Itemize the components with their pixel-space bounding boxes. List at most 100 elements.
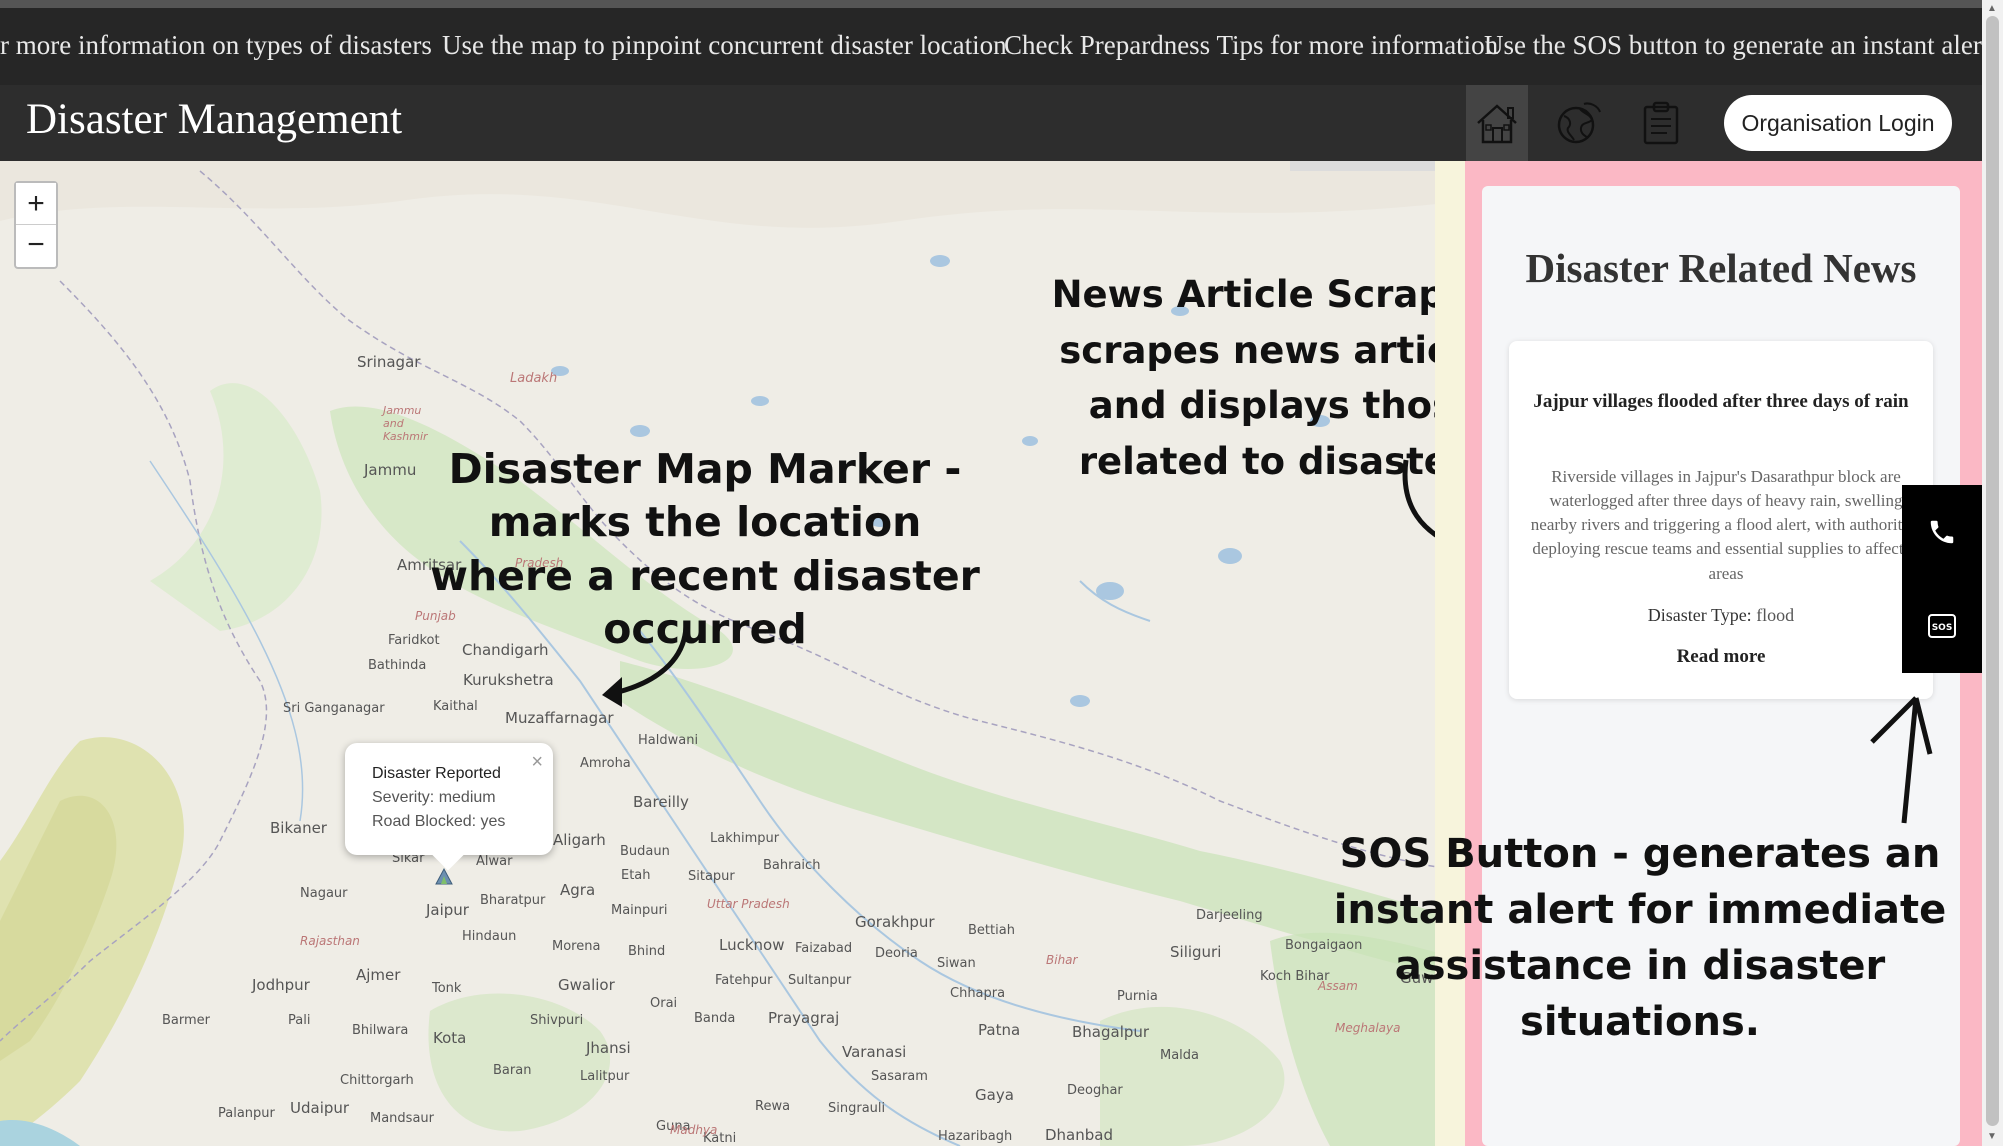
map-place-label: Bathinda <box>368 658 427 673</box>
world-icon <box>1557 102 1601 144</box>
ticker-item: Check Prepardness Tips for more informat… <box>1004 30 1499 60</box>
map-place-label: Sitapur <box>688 869 735 884</box>
disaster-marker-icon[interactable] <box>434 866 454 886</box>
map-place-label: Lakhimpur <box>710 831 780 846</box>
map-place-label: Bhind <box>628 944 666 959</box>
map-place-label: Bharatpur <box>480 893 546 908</box>
map-place-label: Purnia <box>1117 989 1158 1004</box>
map-place-label: Morena <box>552 939 601 954</box>
map-region-label: Bihar <box>1046 953 1078 967</box>
news-disaster-type: Disaster Type: flood <box>1509 605 1933 626</box>
map-region-label: Jammu and Kashmir <box>383 404 428 443</box>
map-region-label: Rajasthan <box>300 934 360 948</box>
map-place-label: Sasaram <box>871 1069 928 1084</box>
ticker-item: Use the map to pinpoint concurrent disas… <box>442 30 1007 60</box>
map-place-label: Prayagraj <box>768 1009 840 1027</box>
map-place-label: Tonk <box>432 981 462 996</box>
disaster-map[interactable]: + − Srinagar Ladakh Jammu Amritsar Chand… <box>0 161 1465 1146</box>
emergency-call-button[interactable] <box>1902 485 1982 579</box>
map-place-label: Jaipur <box>426 901 469 919</box>
map-place-label: Gaya <box>975 1086 1014 1104</box>
map-place-label: Agra <box>560 881 596 899</box>
map-place-label: Bahraich <box>763 858 821 873</box>
map-place-label: Varanasi <box>842 1043 907 1061</box>
zoom-in-button[interactable]: + <box>16 183 56 224</box>
map-place-label: Hindaun <box>462 929 517 944</box>
window-top-edge <box>0 0 2003 8</box>
map-place-label: Hazaribagh <box>938 1129 1013 1144</box>
map-place-label: Bareilly <box>633 793 689 811</box>
zoom-out-button[interactable]: − <box>16 224 56 265</box>
map-place-label: Jodhpur <box>252 976 310 994</box>
map-place-label: Kurukshetra <box>463 671 554 689</box>
map-place-label: Mainpuri <box>611 903 668 918</box>
disaster-type-value: flood <box>1756 605 1795 625</box>
page-scrollbar[interactable]: ▲ ▼ <box>1982 0 2003 1146</box>
disaster-popup: Disaster Reported Severity: medium Road … <box>345 743 553 871</box>
news-card: Jajpur villages flooded after three days… <box>1509 341 1933 699</box>
sos-annotation-arrow-icon <box>1870 696 1933 824</box>
info-ticker: r more information on types of disasters… <box>0 8 1982 85</box>
map-place-label: Rewa <box>755 1099 791 1114</box>
map-place-label: Jhansi <box>586 1039 631 1057</box>
map-place-label: Patna <box>978 1021 1021 1039</box>
floating-action-bar: SOS <box>1902 485 1982 673</box>
sos-annotation: SOS Button - generates an instant alert … <box>1333 831 1947 1045</box>
ticker-item: r more information on types of disasters <box>0 30 432 60</box>
news-heading: Disaster Related News <box>1525 245 1917 291</box>
map-place-label: Fatehpur <box>715 973 773 988</box>
map-place-label: Darjeeling <box>1196 908 1263 923</box>
phone-icon <box>1930 520 1954 544</box>
map-place-label: Chhapra <box>950 986 1006 1001</box>
map-place-label: Bhagalpur <box>1072 1023 1150 1041</box>
scroll-down-arrow-icon[interactable]: ▼ <box>1987 1131 1997 1142</box>
map-place-label: Bettiah <box>968 923 1015 938</box>
map-place-label: Ajmer <box>356 966 401 984</box>
organisation-login-button[interactable]: Organisation Login <box>1724 95 1952 151</box>
map-place-label: Barmer <box>162 1013 211 1028</box>
map-place-label: Malda <box>1160 1048 1200 1063</box>
map-place-label: Kaithal <box>433 699 478 714</box>
map-place-label: Gwalior <box>558 976 615 994</box>
map-place-label: Banda <box>694 1011 736 1026</box>
map-place-label: Gorakhpur <box>855 913 935 931</box>
map-place-label: Lucknow <box>719 936 785 954</box>
sos-button[interactable]: SOS <box>1902 579 1982 673</box>
disaster-info-nav-button[interactable] <box>1548 85 1610 161</box>
map-region-label: Madhya <box>670 1123 718 1137</box>
map-place-label: Orai <box>650 996 678 1011</box>
map-place-label: Faizabad <box>795 941 853 956</box>
map-place-label: Deoria <box>875 946 918 961</box>
map-place-label: Ladakh <box>510 371 558 386</box>
scroll-thumb[interactable] <box>1986 16 1999 1126</box>
map-place-label: Siliguri <box>1170 943 1222 961</box>
map-place-label: Shivpuri <box>530 1013 584 1028</box>
home-icon <box>1477 104 1517 144</box>
map-place-label: Kota <box>433 1029 467 1047</box>
map-place-label: Udaipur <box>290 1099 350 1117</box>
map-place-label: Baran <box>493 1063 532 1078</box>
popup-severity: Severity: medium <box>372 789 496 806</box>
map-place-label: Dhanbad <box>1045 1126 1113 1144</box>
sos-icon-text: SOS <box>1932 623 1953 633</box>
map-place-label: Sri Ganganagar <box>283 701 385 716</box>
map-place-label: Mandsaur <box>370 1111 434 1126</box>
sos-icon: SOS <box>1928 614 1956 638</box>
home-nav-button[interactable] <box>1466 85 1528 161</box>
brand-title[interactable]: Disaster Management <box>26 95 402 144</box>
read-more-link[interactable]: Read more <box>1509 646 1933 668</box>
map-place-label: Nagaur <box>300 886 348 901</box>
marker-annotation: Disaster Map Marker - marks the location… <box>430 445 980 653</box>
popup-road-blocked: Road Blocked: yes <box>372 813 506 830</box>
scroll-up-arrow-icon[interactable]: ▲ <box>1987 3 1997 14</box>
ticker-item: Use the SOS button to generate an instan… <box>1484 30 1982 60</box>
map-place-label: Sultanpur <box>788 973 852 988</box>
map-place-label: Jammu <box>364 461 417 479</box>
map-place-label: Srinagar <box>357 353 421 371</box>
map-place-label: Deoghar <box>1067 1083 1123 1098</box>
preparedness-nav-button[interactable] <box>1630 85 1692 161</box>
map-place-label: Etah <box>621 868 651 883</box>
popup-close-button[interactable]: × <box>531 751 543 774</box>
disaster-type-label: Disaster Type: <box>1647 605 1752 625</box>
marker-annotation-arrow-icon <box>602 626 689 707</box>
